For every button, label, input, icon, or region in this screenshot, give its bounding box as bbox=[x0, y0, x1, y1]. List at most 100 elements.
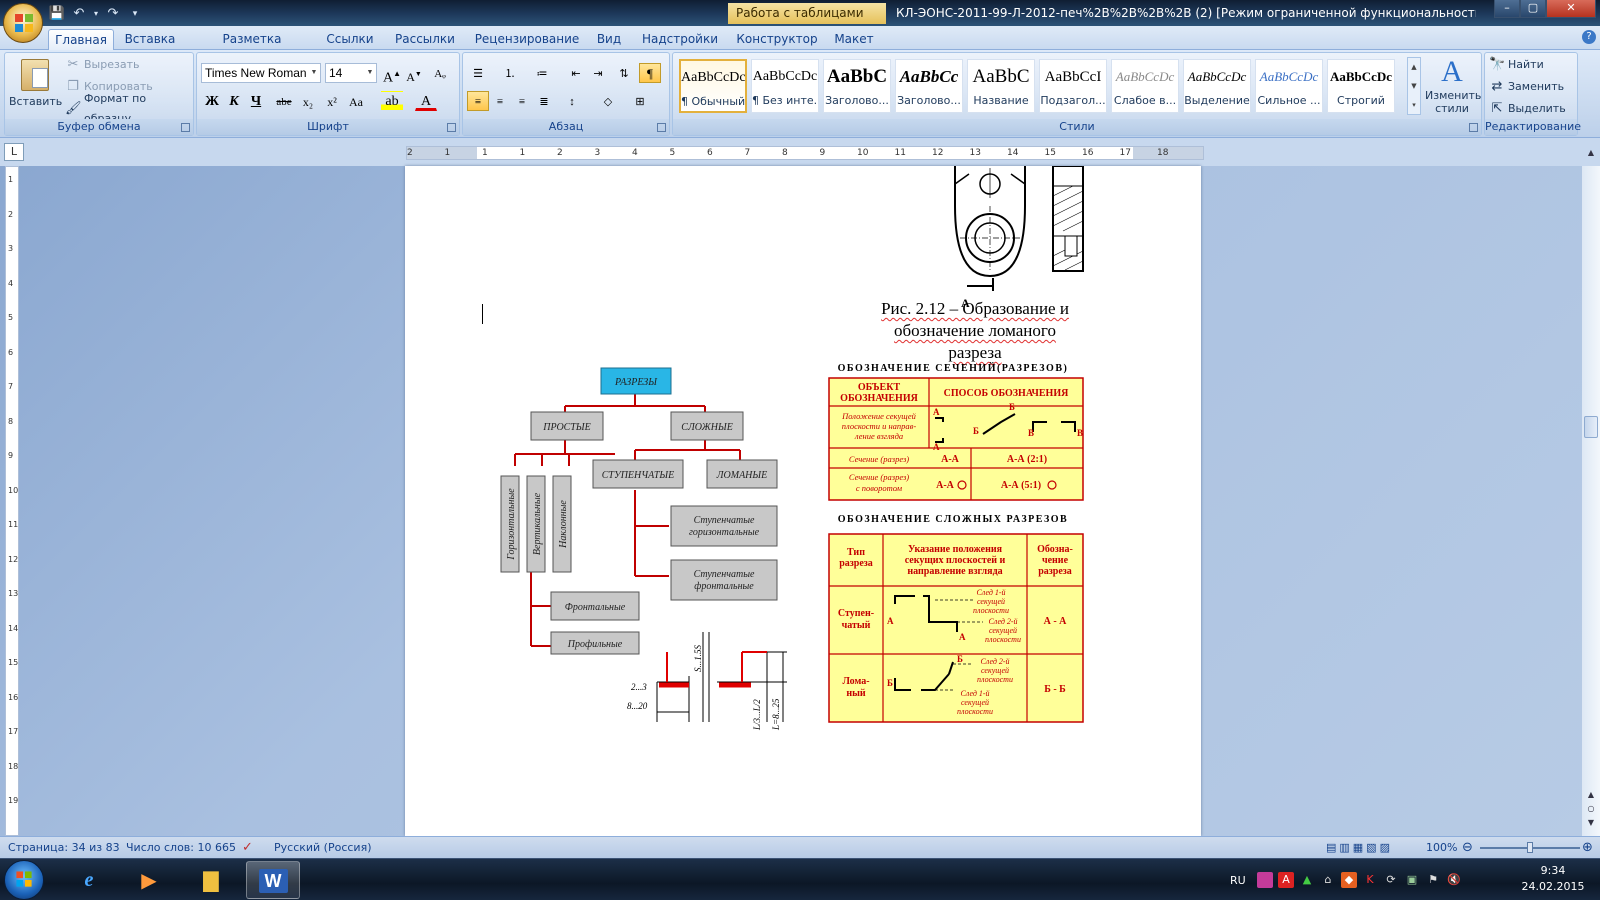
tab-addins[interactable]: Надстройки bbox=[638, 29, 722, 51]
tray-orange-icon[interactable]: ◆ bbox=[1341, 872, 1357, 888]
line-spacing-icon[interactable]: ↕ bbox=[561, 91, 583, 111]
undo-icon[interactable]: ↶ bbox=[70, 5, 88, 23]
superscript-button[interactable]: x² bbox=[321, 91, 343, 111]
customize-qat-icon[interactable]: ▾ bbox=[126, 5, 144, 23]
font-color-icon[interactable]: A bbox=[415, 91, 437, 111]
status-words[interactable]: Число слов: 10 665 bbox=[126, 837, 236, 858]
style-6[interactable]: AaBbCcDc Слабое в... bbox=[1111, 59, 1179, 113]
tab-home[interactable]: Главная bbox=[48, 29, 114, 51]
style-3[interactable]: AaBbCc Заголово... bbox=[895, 59, 963, 113]
word-taskbar-icon[interactable]: W bbox=[246, 861, 300, 899]
vertical-ruler[interactable]: 1 2 3 4 5 6 7 8 9 10 11 12 13 14 15 16 17 18 19 bbox=[5, 166, 19, 836]
zoom-slider-thumb[interactable] bbox=[1527, 842, 1533, 853]
sort-icon[interactable]: ⇅ bbox=[613, 63, 635, 83]
status-language[interactable]: Русский (Россия) bbox=[274, 837, 372, 858]
format-painter-button[interactable]: 🖌Формат по образцу bbox=[65, 92, 193, 125]
horizontal-ruler[interactable]: 2 1 1 1 2 3 4 5 6 7 8 9 10 11 12 13 14 15 16 17 18 bbox=[406, 146, 1204, 160]
shrink-font-icon[interactable]: A▼ bbox=[403, 63, 425, 84]
prev-page-icon[interactable]: ▲ bbox=[1585, 790, 1597, 802]
tray-network-icon[interactable]: ⌂ bbox=[1320, 872, 1336, 888]
tray-app-icon[interactable] bbox=[1257, 872, 1273, 888]
volume-muted-icon[interactable]: 🔇 bbox=[1446, 872, 1462, 888]
bold-button[interactable]: Ж bbox=[201, 91, 223, 111]
align-left-icon[interactable]: ≡ bbox=[467, 91, 489, 111]
view-buttons[interactable]: ▤▥▦▧▨ bbox=[1326, 837, 1393, 858]
subscript-button[interactable]: x₂ bbox=[297, 91, 319, 111]
paste-button[interactable]: Вставить bbox=[9, 55, 62, 119]
clipboard-launcher-icon[interactable] bbox=[181, 123, 190, 132]
clear-format-icon[interactable]: Aᵩ bbox=[429, 63, 451, 83]
zoom-level[interactable]: 100% bbox=[1426, 837, 1457, 858]
ie-taskbar-icon[interactable]: e bbox=[62, 861, 116, 899]
tray-green-icon[interactable]: ▲ bbox=[1299, 872, 1315, 888]
close-button[interactable]: ✕ bbox=[1546, 0, 1596, 18]
italic-button[interactable]: К bbox=[223, 91, 245, 111]
style-2[interactable]: AaBbC Заголово... bbox=[823, 59, 891, 113]
align-right-icon[interactable]: ≡ bbox=[511, 91, 533, 111]
style-5[interactable]: AaBbCcI Подзагол... bbox=[1039, 59, 1107, 113]
tab-insert[interactable]: Вставка bbox=[120, 29, 180, 51]
redo-icon[interactable]: ↷ bbox=[104, 5, 122, 23]
tab-selector[interactable]: L bbox=[4, 143, 24, 161]
styles-launcher-icon[interactable] bbox=[1469, 123, 1478, 132]
tray-acrobat-icon[interactable]: A bbox=[1278, 872, 1294, 888]
explorer-taskbar-icon[interactable]: ▇ bbox=[184, 861, 238, 899]
borders-icon[interactable]: ⊞ bbox=[629, 91, 651, 111]
select-button[interactable]: ⇱ Выделить bbox=[1489, 99, 1566, 119]
style-9[interactable]: AaBbCcDc Строгий bbox=[1327, 59, 1395, 113]
browse-object-icon[interactable]: ○ bbox=[1585, 804, 1597, 816]
align-center-icon[interactable]: ≡ bbox=[489, 91, 511, 111]
tab-mailings[interactable]: Рассылки bbox=[390, 29, 460, 51]
save-icon[interactable]: 💾 bbox=[48, 5, 66, 23]
document-page[interactable]: Рис. 2.12 – Образование и обозначение ло… bbox=[405, 166, 1201, 836]
style-0[interactable]: AaBbCcDc ¶ Обычный bbox=[679, 59, 747, 113]
tray-flag-icon[interactable]: ⚑ bbox=[1425, 872, 1441, 888]
tab-design[interactable]: Конструктор bbox=[734, 29, 820, 51]
zoom-out-icon[interactable]: ⊖ bbox=[1462, 837, 1473, 858]
show-marks-icon[interactable]: ¶ bbox=[639, 63, 661, 83]
tab-layout[interactable]: Макет bbox=[830, 29, 878, 51]
tab-page-layout[interactable]: Разметка страницы bbox=[192, 29, 312, 67]
decrease-indent-icon[interactable]: ⇤ bbox=[565, 63, 587, 83]
highlight-icon[interactable]: ab bbox=[381, 91, 403, 111]
font-size-field[interactable]: 14 ▼ bbox=[325, 63, 377, 83]
next-page-icon[interactable]: ▼ bbox=[1585, 818, 1597, 830]
font-launcher-icon[interactable] bbox=[447, 123, 456, 132]
underline-button[interactable]: Ч bbox=[245, 91, 267, 111]
tab-review[interactable]: Рецензирование bbox=[472, 29, 582, 51]
change-case-button[interactable]: Aa bbox=[345, 91, 367, 111]
proofing-icon[interactable]: ✓ bbox=[242, 837, 253, 858]
shading-icon[interactable]: ◇ bbox=[597, 91, 619, 111]
scrollbar-thumb[interactable] bbox=[1584, 416, 1598, 438]
style-7[interactable]: AaBbCcDc Выделение bbox=[1183, 59, 1251, 113]
undo-dropdown-icon[interactable]: ▾ bbox=[92, 5, 100, 23]
tray-k-icon[interactable]: K bbox=[1362, 872, 1378, 888]
style-1[interactable]: AaBbCcDc ¶ Без инте... bbox=[751, 59, 819, 113]
zoom-in-icon[interactable]: ⊕ bbox=[1582, 837, 1593, 858]
tray-sync-icon[interactable]: ⟳ bbox=[1383, 872, 1399, 888]
language-indicator[interactable]: RU bbox=[1230, 874, 1252, 887]
status-page[interactable]: Страница: 34 из 83 bbox=[8, 837, 120, 858]
numbering-icon[interactable]: ⒈ bbox=[499, 63, 521, 83]
grow-font-icon[interactable]: A▲ bbox=[381, 63, 403, 86]
vertical-scrollbar[interactable]: ▲ ▲ ○ ▼ bbox=[1582, 148, 1600, 836]
style-8[interactable]: AaBbCcDc Сильное ... bbox=[1255, 59, 1323, 113]
chevron-down-icon[interactable]: ▼ bbox=[364, 64, 376, 82]
tray-device-icon[interactable]: ▣ bbox=[1404, 872, 1420, 888]
replace-button[interactable]: ⇄ Заменить bbox=[1489, 77, 1565, 97]
media-player-taskbar-icon[interactable]: ▶ bbox=[122, 861, 176, 899]
start-button[interactable] bbox=[4, 860, 44, 900]
increase-indent-icon[interactable]: ⇥ bbox=[587, 63, 609, 83]
tab-view[interactable]: Вид bbox=[592, 29, 626, 51]
strikethrough-button[interactable]: abe bbox=[273, 91, 295, 111]
scroll-up-icon[interactable]: ▲ bbox=[1585, 148, 1597, 160]
bullets-icon[interactable]: ☰ bbox=[467, 63, 489, 83]
maximize-button[interactable]: ▢ bbox=[1520, 0, 1546, 18]
find-button[interactable]: 🔭 Найти bbox=[1489, 55, 1544, 75]
tab-references[interactable]: Ссылки bbox=[322, 29, 378, 51]
style-4[interactable]: AaBbC Название bbox=[967, 59, 1035, 113]
cut-button[interactable]: ✂ Вырезать bbox=[65, 55, 140, 75]
minimize-button[interactable]: – bbox=[1494, 0, 1520, 18]
change-styles-button[interactable]: A Изменить стили bbox=[1425, 55, 1481, 119]
chevron-down-icon[interactable]: ▼ bbox=[308, 64, 320, 82]
